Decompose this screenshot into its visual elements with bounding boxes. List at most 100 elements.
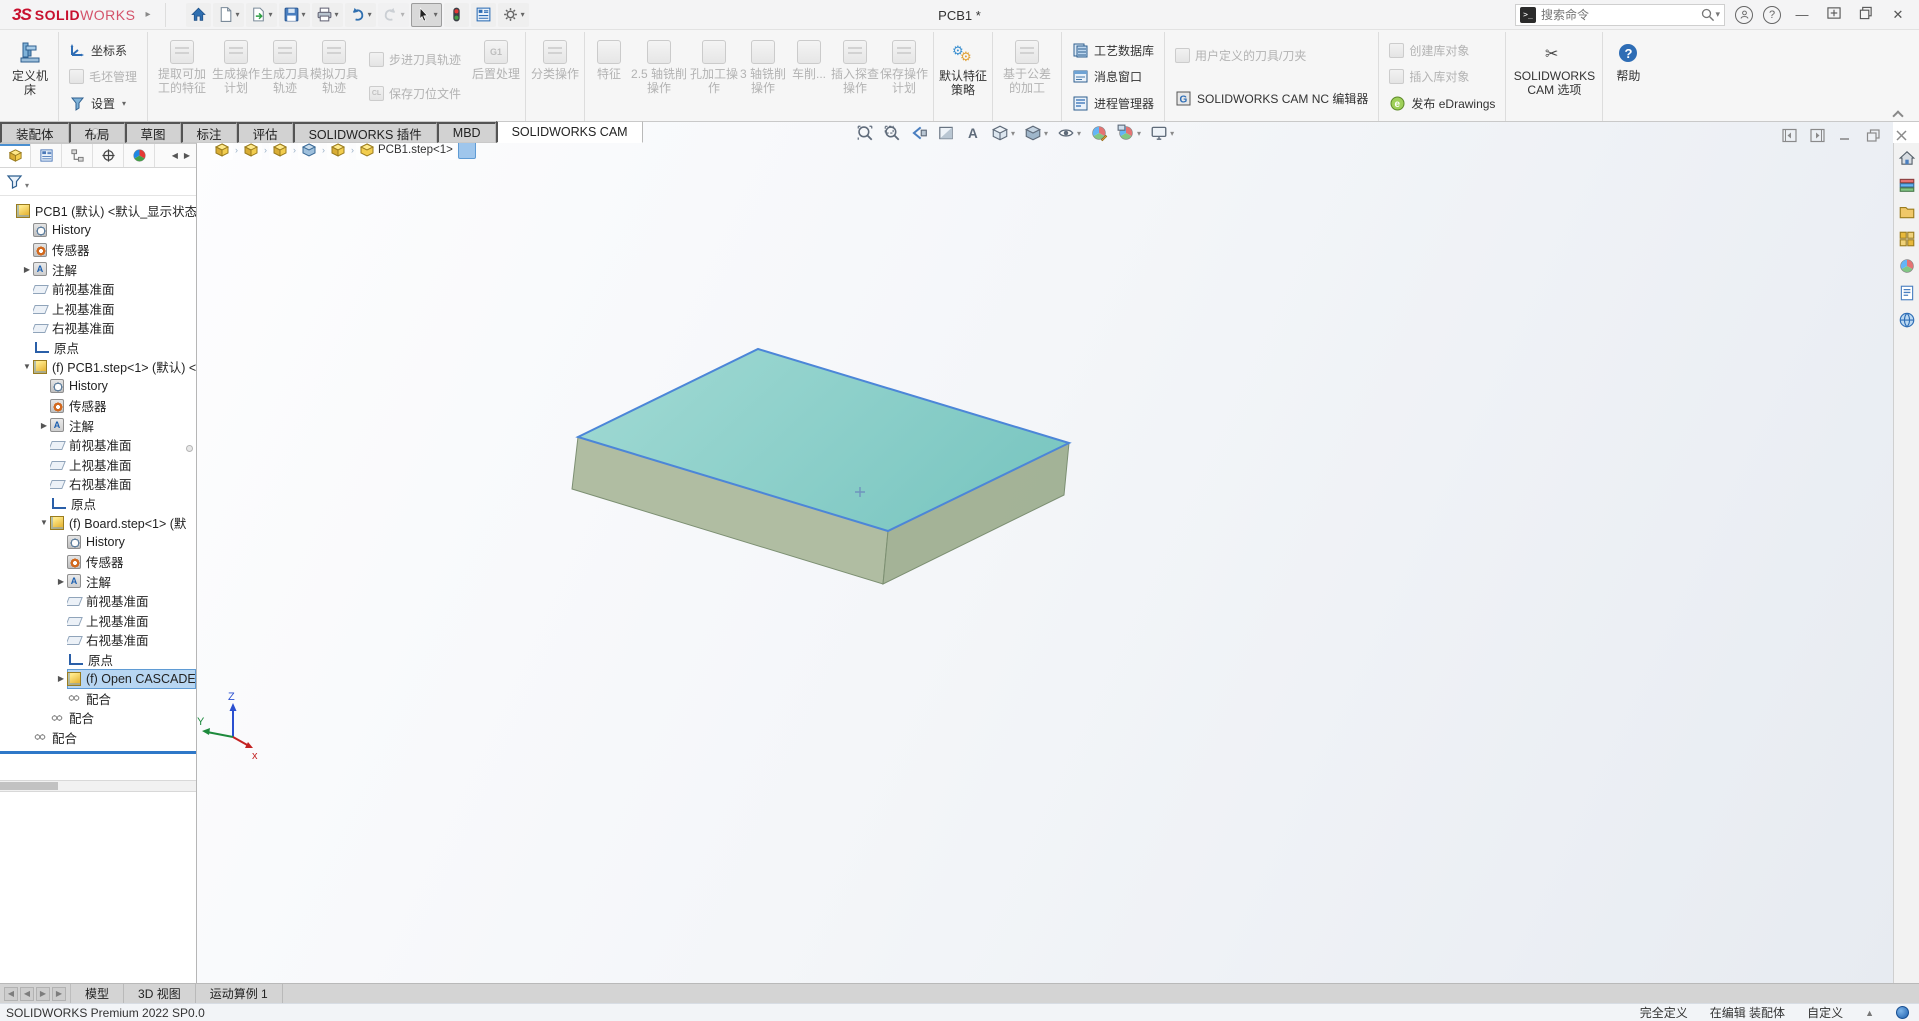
tree-item[interactable]: History (0, 377, 196, 397)
tree-item-body[interactable]: 前视基准面 (67, 591, 196, 611)
tree-item[interactable]: ▼ (f) PCB1.step<1> (默认) < (0, 357, 196, 377)
breadcrumb-item[interactable] (298, 140, 320, 160)
tree-item[interactable]: 原点 (0, 650, 196, 670)
ribbon-tab-0[interactable]: 装配体 (0, 122, 69, 143)
print-button[interactable] (312, 3, 343, 27)
tab-dimxpert-manager[interactable] (93, 144, 124, 167)
report-button[interactable] (471, 3, 496, 27)
expand-arrow[interactable]: ▶ (21, 265, 33, 274)
default-strategy-button[interactable]: ⚙⚙默认特征策略 (939, 34, 987, 119)
generate-toolpath-button[interactable]: 生成刀具轨迹 (261, 34, 309, 119)
tree-item[interactable]: 传感器 (0, 396, 196, 416)
generate-plan-button[interactable]: 生成操作计划 (212, 34, 260, 119)
tree-item-body[interactable]: 原点 (67, 650, 196, 670)
restore-button[interactable] (1855, 6, 1877, 23)
tab-property-manager[interactable] (31, 144, 62, 167)
rollback-bar[interactable] (0, 751, 196, 754)
publish-edrawings-button[interactable]: e发布 eDrawings (1387, 94, 1497, 113)
tab-display-manager[interactable] (124, 144, 155, 167)
post-process-button[interactable]: 后置处理 (472, 34, 520, 119)
define-machine-button[interactable]: 定义机床 (7, 34, 53, 119)
breadcrumb-leaf[interactable]: PCB1.step<1> (356, 140, 456, 160)
hole-machining-button[interactable]: 孔加工操作 (690, 34, 738, 119)
help-icon[interactable]: ? (1763, 6, 1781, 24)
collapse-left-pane-icon[interactable] (1782, 128, 1797, 143)
tree-item-body[interactable]: History (33, 221, 196, 241)
ribbon-tab-3[interactable]: 标注 (181, 122, 237, 143)
process-manager-button[interactable]: 进程管理器 (1070, 94, 1156, 113)
settings-gear-button[interactable] (498, 3, 529, 27)
breadcrumb-item[interactable] (211, 140, 233, 160)
tree-item[interactable]: 右视基准面 (0, 630, 196, 650)
sort-operations-button[interactable]: 分类操作 (531, 34, 579, 119)
tab-configuration-manager[interactable] (62, 144, 93, 167)
tree-horizontal-scrollbar[interactable] (0, 780, 196, 792)
tree-item-body[interactable]: PCB1 (默认) <默认_显示状态- (16, 201, 196, 221)
edit-appearance-button[interactable] (1090, 124, 1108, 142)
tree-item[interactable]: PCB1 (默认) <默认_显示状态- (0, 201, 196, 221)
tree-item[interactable]: 原点 (0, 338, 196, 358)
tree-item-body[interactable]: 传感器 (50, 396, 196, 416)
hide-show-button[interactable] (1057, 124, 1081, 142)
doc-restore-icon[interactable] (1866, 128, 1881, 143)
tree-item[interactable]: ▶ 注解 (0, 416, 196, 436)
document-tab-2[interactable]: 运动算例 1 (196, 984, 283, 1003)
tree-item-body[interactable]: 注解 (67, 572, 196, 592)
tree-item[interactable]: ▶ 注解 (0, 260, 196, 280)
tree-item-body[interactable]: 配合 (67, 689, 196, 709)
expand-arrow[interactable]: ▶ (55, 674, 67, 683)
tree-item-body[interactable]: 传感器 (33, 240, 196, 260)
tree-item[interactable]: 上视基准面 (0, 299, 196, 319)
stock-manager-button[interactable]: 毛坯管理 (67, 67, 139, 86)
selected-face-chip[interactable] (458, 141, 476, 159)
create-library-button[interactable]: 创建库对象 (1387, 41, 1471, 60)
taskpane-design-library-button[interactable] (1898, 176, 1916, 194)
new-document-button[interactable] (213, 3, 244, 27)
ribbon-tab-7[interactable]: SOLIDWORKS CAM (496, 121, 643, 143)
graphics-area[interactable]: Z Y x ››››› PCB1.step<1> A (197, 122, 1893, 983)
tree-item[interactable]: 传感器 (0, 552, 196, 572)
doc-close-icon[interactable] (1894, 128, 1909, 143)
scroll-right-icon[interactable]: ▶ (184, 151, 190, 160)
expand-arrow[interactable]: ▼ (38, 518, 50, 527)
tree-item[interactable]: 右视基准面 (0, 474, 196, 494)
coordinate-system-button[interactable]: 坐标系 (67, 41, 129, 60)
doc-minimize-icon[interactable] (1838, 128, 1853, 143)
select-cursor-button[interactable] (411, 3, 442, 27)
tolerance-machining-button[interactable]: 基于公差的加工 (998, 34, 1056, 119)
document-tab-0[interactable]: 模型 (71, 984, 124, 1003)
tree-item-body[interactable]: 注解 (50, 416, 196, 436)
tree-item[interactable]: 上视基准面 (0, 455, 196, 475)
setup-button[interactable]: 设置 (67, 94, 128, 113)
ribbon-tab-6[interactable]: MBD (437, 122, 496, 143)
collapse-right-pane-icon[interactable] (1810, 128, 1825, 143)
user-account-icon[interactable] (1735, 6, 1753, 24)
nc-editor-button[interactable]: GSOLIDWORKS CAM NC 编辑器 (1173, 89, 1370, 108)
search-input[interactable] (1541, 8, 1701, 22)
status-custom[interactable]: 自定义 (1807, 1004, 1843, 1021)
tree-item-body[interactable]: 右视基准面 (67, 630, 196, 650)
scroll-left-icon[interactable]: ◀ (172, 151, 178, 160)
expand-arrow[interactable]: ▶ (38, 421, 50, 430)
scrollbar-thumb[interactable] (0, 782, 58, 790)
step-toolpath-button[interactable]: 步进刀具轨迹 (367, 50, 463, 69)
simulate-toolpath-button[interactable]: 模拟刀具轨迹 (310, 34, 358, 119)
zoom-area-button[interactable] (883, 124, 901, 142)
ribbon-tab-4[interactable]: 评估 (237, 122, 293, 143)
tech-database-button[interactable]: 工艺数据库 (1070, 41, 1156, 60)
save-plan-button[interactable]: 保存操作计划 (880, 34, 928, 119)
probe-button[interactable]: 插入探查操作 (831, 34, 879, 119)
help-button[interactable]: ?帮助 (1608, 34, 1648, 119)
first-tab-icon[interactable]: ◀ (4, 987, 18, 1001)
tree-item[interactable]: History (0, 533, 196, 553)
taskpane-view-palette-button[interactable] (1898, 230, 1916, 248)
message-window-button[interactable]: 消息窗口 (1070, 67, 1144, 86)
tree-item-body[interactable]: 配合 (50, 708, 196, 728)
document-tab-1[interactable]: 3D 视图 (124, 984, 196, 1003)
tab-feature-manager[interactable] (0, 144, 31, 167)
status-globe-icon[interactable] (1896, 1006, 1909, 1019)
tree-item-body[interactable]: 上视基准面 (67, 611, 196, 631)
tree-item[interactable]: 前视基准面 (0, 435, 196, 455)
turn-button[interactable]: 车削... (788, 34, 830, 119)
ribbon-display-button[interactable] (1823, 6, 1845, 23)
